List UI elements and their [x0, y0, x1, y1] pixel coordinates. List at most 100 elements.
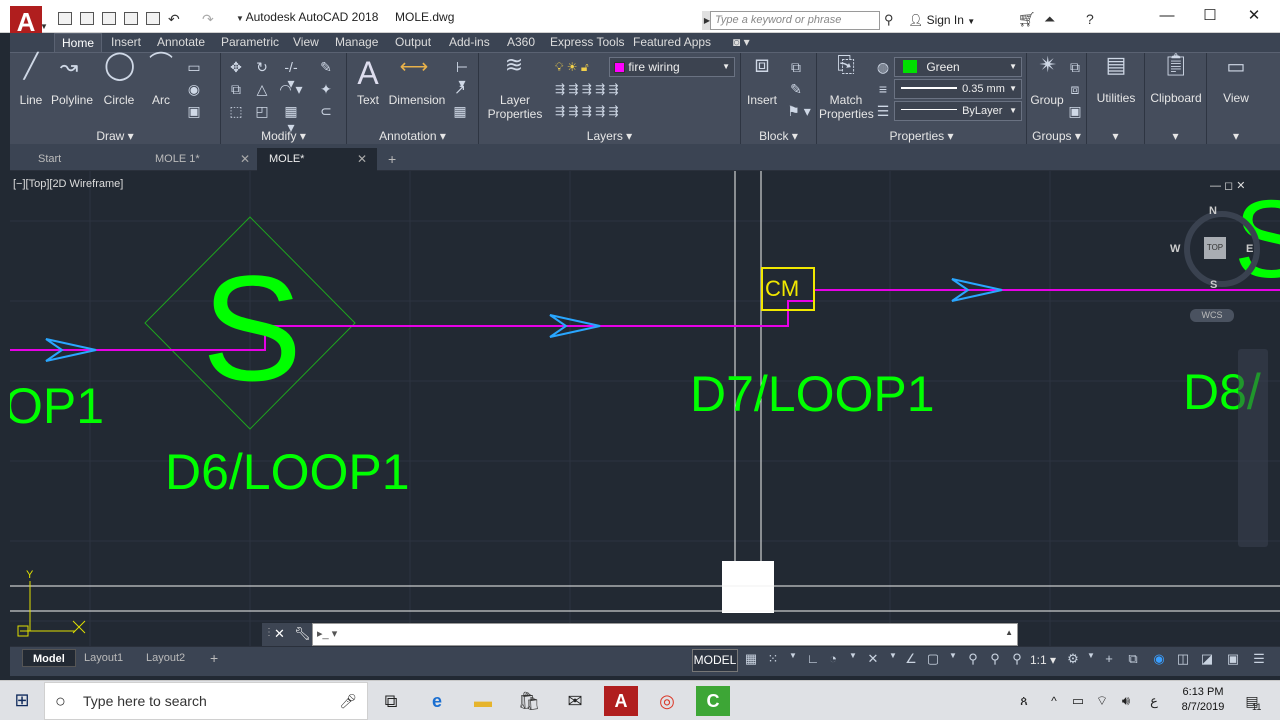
layout-tab-layout2[interactable]: Layout2 — [136, 649, 195, 667]
ungroup-icon[interactable]: ⧉ — [1067, 59, 1083, 75]
arc-icon[interactable]: ⌒ — [148, 53, 174, 77]
object-snap-icon[interactable]: ▢ — [924, 651, 942, 667]
layers-panel-title[interactable]: Layers ▾ — [479, 129, 740, 143]
stretch-icon[interactable]: ⬚ — [227, 103, 245, 119]
taskbar-search-box[interactable]: ○ Type here to search 🎤︎ — [44, 682, 368, 720]
close-icon[interactable]: ✕ — [240, 148, 250, 171]
tab-view[interactable]: View — [286, 33, 326, 52]
create-block-icon[interactable]: ⧉ — [787, 59, 805, 75]
chevron-down-icon[interactable]: ▼ — [884, 651, 902, 660]
file-tab-mole1[interactable]: MOLE 1* ✕ — [127, 148, 257, 171]
layer-properties-icon[interactable]: ≋ — [499, 54, 529, 76]
clipboard-button[interactable]: Clipboard — [1145, 91, 1207, 105]
attribute-icon[interactable]: ⚑ ▾ — [787, 103, 811, 119]
ellipse-icon[interactable]: ▣ — [186, 103, 202, 119]
a360-icon[interactable]: ⏶ — [1044, 11, 1055, 28]
lineweight-dropdown[interactable]: 0.35 mm ▼ — [894, 79, 1022, 99]
isolate-objects-icon[interactable]: ◪ — [1198, 651, 1216, 667]
circle-button[interactable]: Circle — [100, 93, 138, 107]
insert-button[interactable]: Insert — [741, 93, 783, 107]
wifi-icon[interactable]: ⌔ — [1092, 686, 1112, 716]
tab-annotate[interactable]: Annotate — [150, 33, 212, 52]
mail-icon[interactable]: ✉ — [558, 686, 592, 716]
layer-properties-button[interactable]: Layer — [485, 93, 545, 107]
tab-output[interactable]: Output — [388, 33, 438, 52]
modify-panel-title[interactable]: Modify ▾ — [221, 129, 346, 143]
text-button[interactable]: Text — [351, 93, 385, 107]
copy-icon[interactable]: ⧉ — [227, 81, 245, 97]
utilities-button[interactable]: Utilities — [1087, 91, 1145, 105]
command-prompt-icon[interactable]: ▸_ ▾ — [317, 627, 337, 640]
quick-properties-icon[interactable]: ◉ — [1150, 651, 1168, 667]
viewport-controls[interactable]: [−][Top][2D Wireframe] — [13, 178, 123, 190]
layout-tab-layout1[interactable]: Layout1 — [74, 649, 133, 667]
system-clock[interactable]: 6:13 PM 8/7/2019 — [1172, 685, 1234, 715]
viewcube-west[interactable]: W — [1170, 243, 1180, 255]
utilities-expand-icon[interactable]: ▾ — [1087, 129, 1144, 143]
navigation-bar[interactable] — [1238, 349, 1268, 547]
file-tab-mole[interactable]: MOLE* ✕ — [257, 148, 377, 171]
command-line-input[interactable]: ▸_ ▾ ▲ — [312, 623, 1018, 646]
minimize-button[interactable]: — — [1145, 6, 1189, 26]
model-space-button[interactable]: MODEL — [692, 649, 738, 672]
layer-state-icons[interactable]: 💡︎ ☀ 🔓︎ — [555, 60, 589, 75]
viewcube-north[interactable]: N — [1209, 205, 1217, 217]
clipboard-icon[interactable]: 📋︎ — [1161, 54, 1191, 76]
block-panel-title[interactable]: Block ▾ — [741, 129, 816, 143]
dimension-button[interactable]: Dimension — [387, 93, 447, 107]
close-icon[interactable]: ✕ — [274, 626, 285, 642]
grid-toggle-icon[interactable]: ▦ — [742, 651, 760, 667]
binoculars-icon[interactable]: ⚲ — [884, 12, 894, 28]
command-history-icon[interactable]: ▲ — [1005, 628, 1013, 637]
task-view-icon[interactable]: ⧉ — [374, 686, 408, 716]
volume-icon[interactable]: 🔊︎ — [1116, 686, 1136, 716]
battery-icon[interactable]: ▭ — [1068, 686, 1088, 716]
windows-start-icon[interactable]: ⊞ — [0, 680, 44, 720]
match-properties-button[interactable]: Match — [819, 93, 873, 107]
view-expand-icon[interactable]: ▾ — [1207, 129, 1265, 143]
explode-icon[interactable]: ✦ — [317, 81, 335, 97]
input-language[interactable]: ع — [1144, 686, 1164, 716]
line-button[interactable]: Line — [16, 93, 46, 107]
maximize-button[interactable]: ☐ — [1188, 6, 1232, 26]
close-button[interactable]: ✕ — [1232, 6, 1276, 26]
keyword-search-input[interactable]: Type a keyword or phrase — [710, 11, 880, 30]
polyline-button[interactable]: Polyline — [48, 93, 96, 107]
add-layout-plus-icon[interactable]: + — [200, 649, 228, 667]
close-icon[interactable]: ✕ — [357, 148, 367, 171]
group-icon[interactable]: ✴ — [1033, 54, 1063, 76]
view-icon[interactable]: ▭ — [1221, 57, 1251, 77]
ribbon-display-toggle-icon[interactable]: ◙ ▾ — [726, 33, 757, 52]
object-snap-tracking-icon[interactable]: ∠ — [902, 651, 920, 667]
new-tab-plus-icon[interactable]: + — [382, 148, 406, 171]
erase-icon[interactable]: ✎ — [317, 59, 335, 75]
group-button[interactable]: Group — [1027, 93, 1067, 107]
viewcube-east[interactable]: E — [1246, 243, 1253, 255]
arc-button[interactable]: Arc — [146, 93, 176, 107]
calculator-icon[interactable]: ▤ — [1101, 54, 1131, 76]
layer-dropdown[interactable]: fire wiring ▼ — [609, 57, 735, 77]
leader-icon[interactable]: ↗ — [451, 81, 469, 97]
groups-panel-title[interactable]: Groups ▾ — [1027, 129, 1086, 143]
customization-menu-icon[interactable]: ☰ — [1250, 651, 1268, 667]
match-properties-button-line2[interactable]: Properties — [819, 107, 874, 121]
tab-add-ins[interactable]: Add-ins — [442, 33, 497, 52]
line-icon[interactable]: ╱ — [18, 55, 44, 79]
help-icon[interactable]: ? — [1086, 11, 1094, 27]
chevron-down-icon[interactable]: ▼ — [1082, 651, 1100, 660]
offset-icon[interactable]: ⊂ — [317, 103, 335, 119]
dimension-icon[interactable]: ⟷ — [399, 57, 429, 77]
linetype-dropdown[interactable]: ByLayer ▼ — [894, 101, 1022, 121]
mirror-icon[interactable]: △ — [253, 81, 271, 97]
tab-parametric[interactable]: Parametric — [214, 33, 286, 52]
layer-tools-row1-icons[interactable]: ⇶ ⇶ ⇶ ⇶ ⇶ — [555, 81, 655, 97]
units-icon[interactable]: ⧉ — [1124, 651, 1142, 667]
view-button[interactable]: View — [1207, 91, 1265, 105]
clipboard-expand-icon[interactable]: ▾ — [1145, 129, 1206, 143]
layer-properties-button-line2[interactable]: Properties — [485, 107, 545, 121]
layer-tools-row2-icons[interactable]: ⇶ ⇶ ⇶ ⇶ ⇶ — [555, 103, 655, 119]
grip-icon[interactable]: ⋮ — [264, 627, 274, 638]
annotation-panel-title[interactable]: Annotation ▾ — [347, 129, 478, 143]
scale-icon[interactable]: ◰ — [253, 103, 271, 119]
file-tab-start[interactable]: Start — [10, 148, 140, 171]
